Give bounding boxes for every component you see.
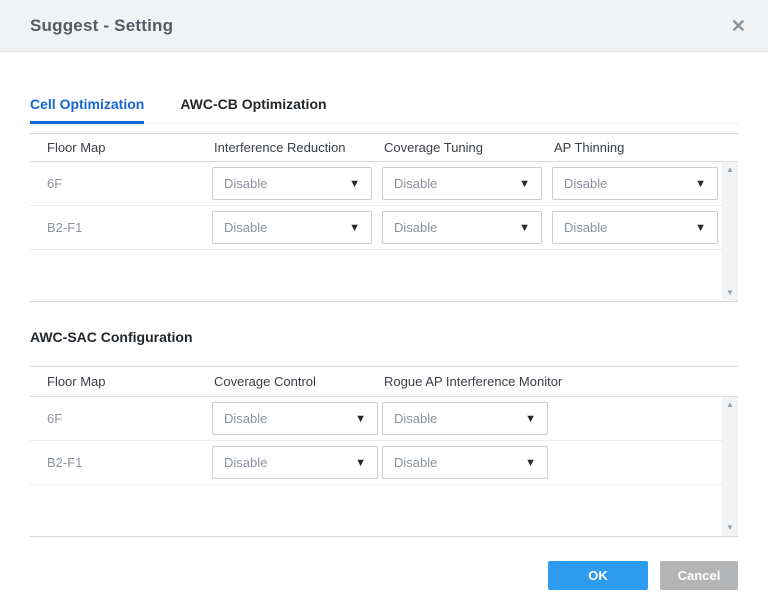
col-rogue-ap-monitor: Rogue AP Interference Monitor — [382, 374, 738, 389]
col-floor-map: Floor Map — [30, 374, 212, 389]
col-coverage-tuning: Coverage Tuning — [382, 140, 552, 155]
floor-label: 6F — [30, 176, 212, 191]
table-row: 6F Disable ▼ Disable ▼ — [30, 397, 722, 441]
coverage-control-select[interactable]: Disable ▼ — [212, 402, 378, 435]
dialog-titlebar: Suggest - Setting ✕ — [0, 0, 768, 52]
table-row: B2-F1 Disable ▼ Disable ▼ Disable ▼ — [30, 206, 722, 250]
chevron-down-icon: ▼ — [525, 413, 536, 425]
tab-cell-optimization[interactable]: Cell Optimization — [30, 96, 144, 124]
chevron-down-icon: ▼ — [519, 178, 530, 190]
rogue-ap-monitor-select[interactable]: Disable ▼ — [382, 446, 548, 479]
col-interference-reduction: Interference Reduction — [212, 140, 382, 155]
ok-button[interactable]: OK — [548, 561, 648, 590]
table-row: 6F Disable ▼ Disable ▼ Disable ▼ — [30, 162, 722, 206]
table-header: Floor Map Coverage Control Rogue AP Inte… — [30, 366, 738, 397]
close-icon[interactable]: ✕ — [731, 17, 746, 35]
vertical-scrollbar[interactable]: ▲ ▼ — [722, 397, 738, 536]
cancel-button[interactable]: Cancel — [660, 561, 738, 590]
chevron-down-icon: ▼ — [525, 457, 536, 469]
dialog-title: Suggest - Setting — [30, 16, 173, 36]
col-coverage-control: Coverage Control — [212, 374, 382, 389]
interference-reduction-select[interactable]: Disable ▼ — [212, 167, 372, 200]
table-header: Floor Map Interference Reduction Coverag… — [30, 133, 738, 162]
chevron-down-icon: ▼ — [519, 222, 530, 234]
rogue-ap-monitor-select[interactable]: Disable ▼ — [382, 402, 548, 435]
ap-thinning-select[interactable]: Disable ▼ — [552, 211, 718, 244]
chevron-down-icon: ▼ — [349, 222, 360, 234]
table-row: B2-F1 Disable ▼ Disable ▼ — [30, 441, 722, 485]
floor-label: B2-F1 — [30, 455, 212, 470]
interference-reduction-select[interactable]: Disable ▼ — [212, 211, 372, 244]
coverage-tuning-select[interactable]: Disable ▼ — [382, 167, 542, 200]
cell-optimization-table: Floor Map Interference Reduction Coverag… — [30, 133, 738, 302]
col-floor-map: Floor Map — [30, 140, 212, 155]
chevron-down-icon: ▼ — [355, 457, 366, 469]
coverage-tuning-select[interactable]: Disable ▼ — [382, 211, 542, 244]
scroll-up-icon[interactable]: ▲ — [726, 401, 734, 409]
awc-sac-heading: AWC-SAC Configuration — [30, 329, 738, 345]
coverage-control-select[interactable]: Disable ▼ — [212, 446, 378, 479]
awc-sac-table: Floor Map Coverage Control Rogue AP Inte… — [30, 366, 738, 537]
chevron-down-icon: ▼ — [349, 178, 360, 190]
table-body: 6F Disable ▼ Disable ▼ B2-F1 Disable ▼ — [30, 397, 738, 537]
scroll-down-icon[interactable]: ▼ — [726, 524, 734, 532]
ap-thinning-select[interactable]: Disable ▼ — [552, 167, 718, 200]
vertical-scrollbar[interactable]: ▲ ▼ — [722, 162, 738, 301]
dialog-footer: OK Cancel — [0, 537, 768, 590]
table-body: 6F Disable ▼ Disable ▼ Disable ▼ B — [30, 162, 738, 302]
scroll-down-icon[interactable]: ▼ — [726, 289, 734, 297]
tab-awc-cb-optimization[interactable]: AWC-CB Optimization — [180, 96, 326, 123]
chevron-down-icon: ▼ — [695, 178, 706, 190]
scroll-up-icon[interactable]: ▲ — [726, 166, 734, 174]
col-ap-thinning: AP Thinning — [552, 140, 738, 155]
chevron-down-icon: ▼ — [695, 222, 706, 234]
chevron-down-icon: ▼ — [355, 413, 366, 425]
floor-label: 6F — [30, 411, 212, 426]
tab-bar: Cell Optimization AWC-CB Optimization — [30, 96, 738, 124]
floor-label: B2-F1 — [30, 220, 212, 235]
